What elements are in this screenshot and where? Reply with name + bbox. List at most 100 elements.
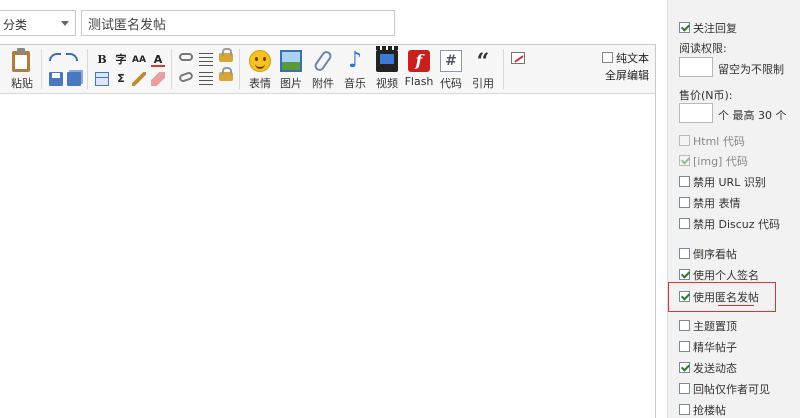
sticky-checkbox[interactable] — [679, 320, 690, 331]
font-color-icon[interactable]: A — [151, 53, 165, 67]
no-url-checkbox[interactable] — [679, 176, 690, 187]
paste-button[interactable]: 粘贴 — [7, 48, 37, 90]
follow-reply-label: 关注回复 — [693, 22, 737, 35]
redo-icon[interactable] — [66, 53, 78, 61]
digest-checkbox[interactable] — [679, 341, 690, 352]
sigma-icon[interactable]: Σ — [114, 72, 128, 86]
no-discuz-label: 禁用 Discuz 代码 — [693, 218, 781, 231]
option-no-smiley[interactable]: 禁用 表情 — [679, 195, 741, 211]
hide-content-icon[interactable] — [219, 67, 233, 81]
quote-button[interactable]: “ 引用 — [468, 50, 498, 90]
img-checkbox — [679, 155, 690, 166]
feed-checkbox[interactable] — [679, 362, 690, 373]
option-feed[interactable]: 发送动态 — [679, 360, 737, 376]
save-all-icon[interactable] — [67, 72, 81, 86]
reverse-checkbox[interactable] — [679, 248, 690, 259]
editor-toolbar: 粘贴 B 字 AA A Σ 表情 图片 附件 ♪ 音乐 视频 f Flash #… — [0, 45, 655, 94]
category-select[interactable]: 分类 — [0, 10, 76, 36]
option-no-url[interactable]: 禁用 URL 识别 — [679, 174, 766, 190]
no-discuz-checkbox[interactable] — [679, 218, 690, 229]
toolbar-divider — [239, 49, 240, 89]
clipboard-icon — [12, 48, 30, 72]
flash-icon: f — [408, 50, 430, 72]
img-label: [img] 代码 — [693, 155, 748, 168]
bold-icon[interactable]: B — [95, 53, 109, 67]
lock-icon[interactable] — [219, 48, 233, 62]
code-button[interactable]: # 代码 — [436, 50, 466, 90]
toolbar-divider — [171, 49, 172, 89]
title-input[interactable] — [81, 10, 395, 36]
highlight-box — [668, 282, 776, 312]
table-icon[interactable] — [95, 72, 109, 86]
read-permission-hint: 留空为不限制 — [718, 63, 784, 76]
align-icon[interactable] — [199, 53, 213, 67]
image-button[interactable]: 图片 — [276, 50, 306, 90]
plain-text-checkbox[interactable] — [602, 52, 613, 63]
follow-reply-checkbox[interactable] — [679, 22, 690, 33]
signature-label: 使用个人签名 — [693, 269, 759, 282]
signature-checkbox[interactable] — [679, 269, 690, 280]
option-html: Html 代码 — [679, 133, 745, 149]
undo-icon[interactable] — [49, 53, 61, 61]
option-grab-floor[interactable]: 抢楼帖 — [679, 402, 726, 418]
post-options-sidebar: 关注回复 阅读权限: 留空为不限制 售价(N币): 个 最高 30 个 Html… — [667, 0, 800, 418]
sticky-label: 主题置顶 — [693, 320, 737, 333]
option-digest[interactable]: 精华帖子 — [679, 339, 737, 355]
feed-label: 发送动态 — [693, 362, 737, 375]
toolbar-divider — [41, 49, 42, 89]
price-input[interactable] — [679, 103, 713, 123]
digest-label: 精华帖子 — [693, 341, 737, 354]
no-smiley-label: 禁用 表情 — [693, 197, 741, 210]
music-button[interactable]: ♪ 音乐 — [340, 48, 370, 91]
editor-content-area[interactable] — [0, 95, 655, 418]
chevron-down-icon — [61, 21, 69, 26]
paste-label: 粘贴 — [11, 77, 33, 90]
save-icon[interactable] — [49, 72, 63, 86]
html-checkbox — [679, 135, 690, 146]
no-url-label: 禁用 URL 识别 — [693, 176, 766, 189]
smiley-icon — [249, 50, 271, 72]
quote-label: 引用 — [472, 77, 494, 90]
emoji-button[interactable]: 表情 — [245, 50, 275, 90]
clapperboard-icon — [376, 46, 398, 72]
plain-text-toggle[interactable]: 纯文本 — [602, 50, 649, 66]
price-hint: 个 最高 30 个 — [718, 109, 787, 122]
editor: 粘贴 B 字 AA A Σ 表情 图片 附件 ♪ 音乐 视频 f Flash #… — [0, 44, 656, 418]
link-icon[interactable] — [179, 53, 193, 61]
option-reverse[interactable]: 倒序看帖 — [679, 246, 737, 262]
unlink-icon[interactable] — [178, 70, 194, 84]
flash-button[interactable]: f Flash — [404, 50, 434, 90]
html-label: Html 代码 — [693, 135, 745, 148]
option-no-discuz[interactable]: 禁用 Discuz 代码 — [679, 216, 780, 232]
fullscreen-button[interactable]: 全屏编辑 — [605, 67, 649, 83]
quote-icon: “ — [476, 49, 490, 75]
list-icon[interactable] — [199, 72, 213, 86]
grab-floor-checkbox[interactable] — [679, 404, 690, 415]
music-note-icon: ♪ — [347, 48, 363, 73]
option-follow-reply[interactable]: 关注回复 — [679, 20, 737, 36]
no-smiley-checkbox[interactable] — [679, 197, 690, 208]
format-brush-icon[interactable] — [132, 72, 146, 86]
price-label: 售价(N币): — [679, 89, 733, 102]
option-img: [img] 代码 — [679, 153, 748, 169]
video-button[interactable]: 视频 — [372, 46, 402, 90]
option-signature[interactable]: 使用个人签名 — [679, 267, 759, 283]
option-sticky[interactable]: 主题置顶 — [679, 318, 737, 334]
read-permission-label: 阅读权限: — [679, 42, 727, 55]
code-icon: # — [440, 50, 462, 72]
font-icon[interactable]: 字 — [114, 53, 128, 67]
plain-text-label: 纯文本 — [616, 52, 649, 65]
category-select-label: 分类 — [3, 18, 28, 32]
font-size-icon[interactable]: AA — [132, 53, 146, 67]
author-only-label: 回帖仅作者可见 — [693, 383, 770, 396]
highlight-underline — [718, 305, 754, 306]
grab-floor-label: 抢楼帖 — [693, 404, 726, 417]
attachment-button[interactable]: 附件 — [308, 49, 338, 90]
author-only-checkbox[interactable] — [679, 383, 690, 394]
read-permission-input[interactable] — [679, 57, 713, 77]
image-icon — [280, 50, 302, 72]
option-author-only[interactable]: 回帖仅作者可见 — [679, 381, 770, 397]
source-edit-icon[interactable] — [511, 52, 525, 64]
toolbar-divider — [503, 49, 504, 89]
eraser-icon[interactable] — [151, 72, 165, 86]
